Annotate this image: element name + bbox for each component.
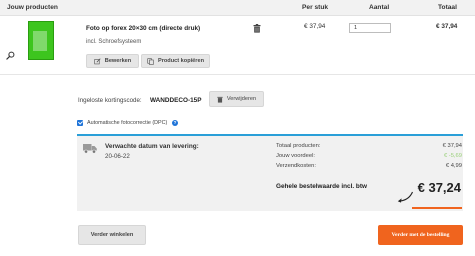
header-unit-price: Per stuk	[302, 4, 329, 11]
header-total: Totaal	[438, 4, 457, 11]
info-icon[interactable]: ?	[172, 120, 178, 126]
edit-button-label: Bewerken	[104, 58, 132, 64]
trash-icon	[217, 96, 223, 103]
line-total: € 37,94	[436, 23, 458, 30]
edit-button[interactable]: Bewerken	[86, 54, 139, 68]
shipping-value: € 4,99	[445, 163, 462, 169]
auto-correction-label: Automatische fotocorrectie (DPC)	[87, 120, 168, 126]
total-products-value: € 37,94	[442, 143, 462, 149]
unit-price: € 37,94	[304, 23, 326, 30]
edit-icon	[94, 57, 101, 64]
total-underline	[412, 207, 462, 209]
discount-label: Jouw voordeel:	[276, 153, 315, 159]
table-header	[0, 0, 475, 16]
coupon-code: WANDDECO-15P	[150, 97, 202, 104]
trash-icon[interactable]	[253, 24, 261, 33]
copy-icon	[147, 57, 154, 65]
header-quantity: Aantal	[369, 4, 390, 11]
auto-correction-checkbox[interactable]	[77, 120, 83, 126]
continue-shopping-button[interactable]: Verder winkelen	[78, 225, 146, 245]
proceed-order-button[interactable]: Verder met de bestelling	[378, 225, 463, 245]
zoom-icon[interactable]	[6, 51, 15, 60]
delivery-date: 20-06-22	[105, 153, 130, 160]
header-products: Jouw producten	[7, 4, 58, 11]
grand-total-label: Gehele bestelwaarde incl. btw	[276, 183, 367, 190]
delivery-truck-icon	[83, 144, 97, 154]
grand-total-value: € 37,24	[417, 180, 461, 195]
row-divider	[0, 74, 475, 75]
product-subtitle: incl. Schroefsysteem	[86, 39, 142, 45]
coupon-label: Ingeloste kortingscode:	[78, 97, 142, 104]
delivery-title: Verwachte datum van levering:	[105, 143, 199, 150]
shipping-label: Verzendkosten:	[276, 163, 316, 169]
product-thumbnail[interactable]	[28, 21, 54, 60]
product-title: Foto op forex 20×30 cm (directe druk)	[86, 25, 201, 32]
copy-product-button[interactable]: Product kopiëren	[141, 54, 210, 68]
remove-coupon-button[interactable]: Verwijderen	[209, 91, 264, 107]
arrow-icon	[397, 191, 414, 203]
discount-value: € -5,69	[443, 153, 462, 159]
quantity-input[interactable]: 1	[349, 23, 391, 33]
copy-button-label: Product kopiëren	[157, 58, 204, 64]
total-products-label: Totaal producten:	[276, 143, 321, 149]
remove-coupon-label: Verwijderen	[226, 96, 257, 102]
